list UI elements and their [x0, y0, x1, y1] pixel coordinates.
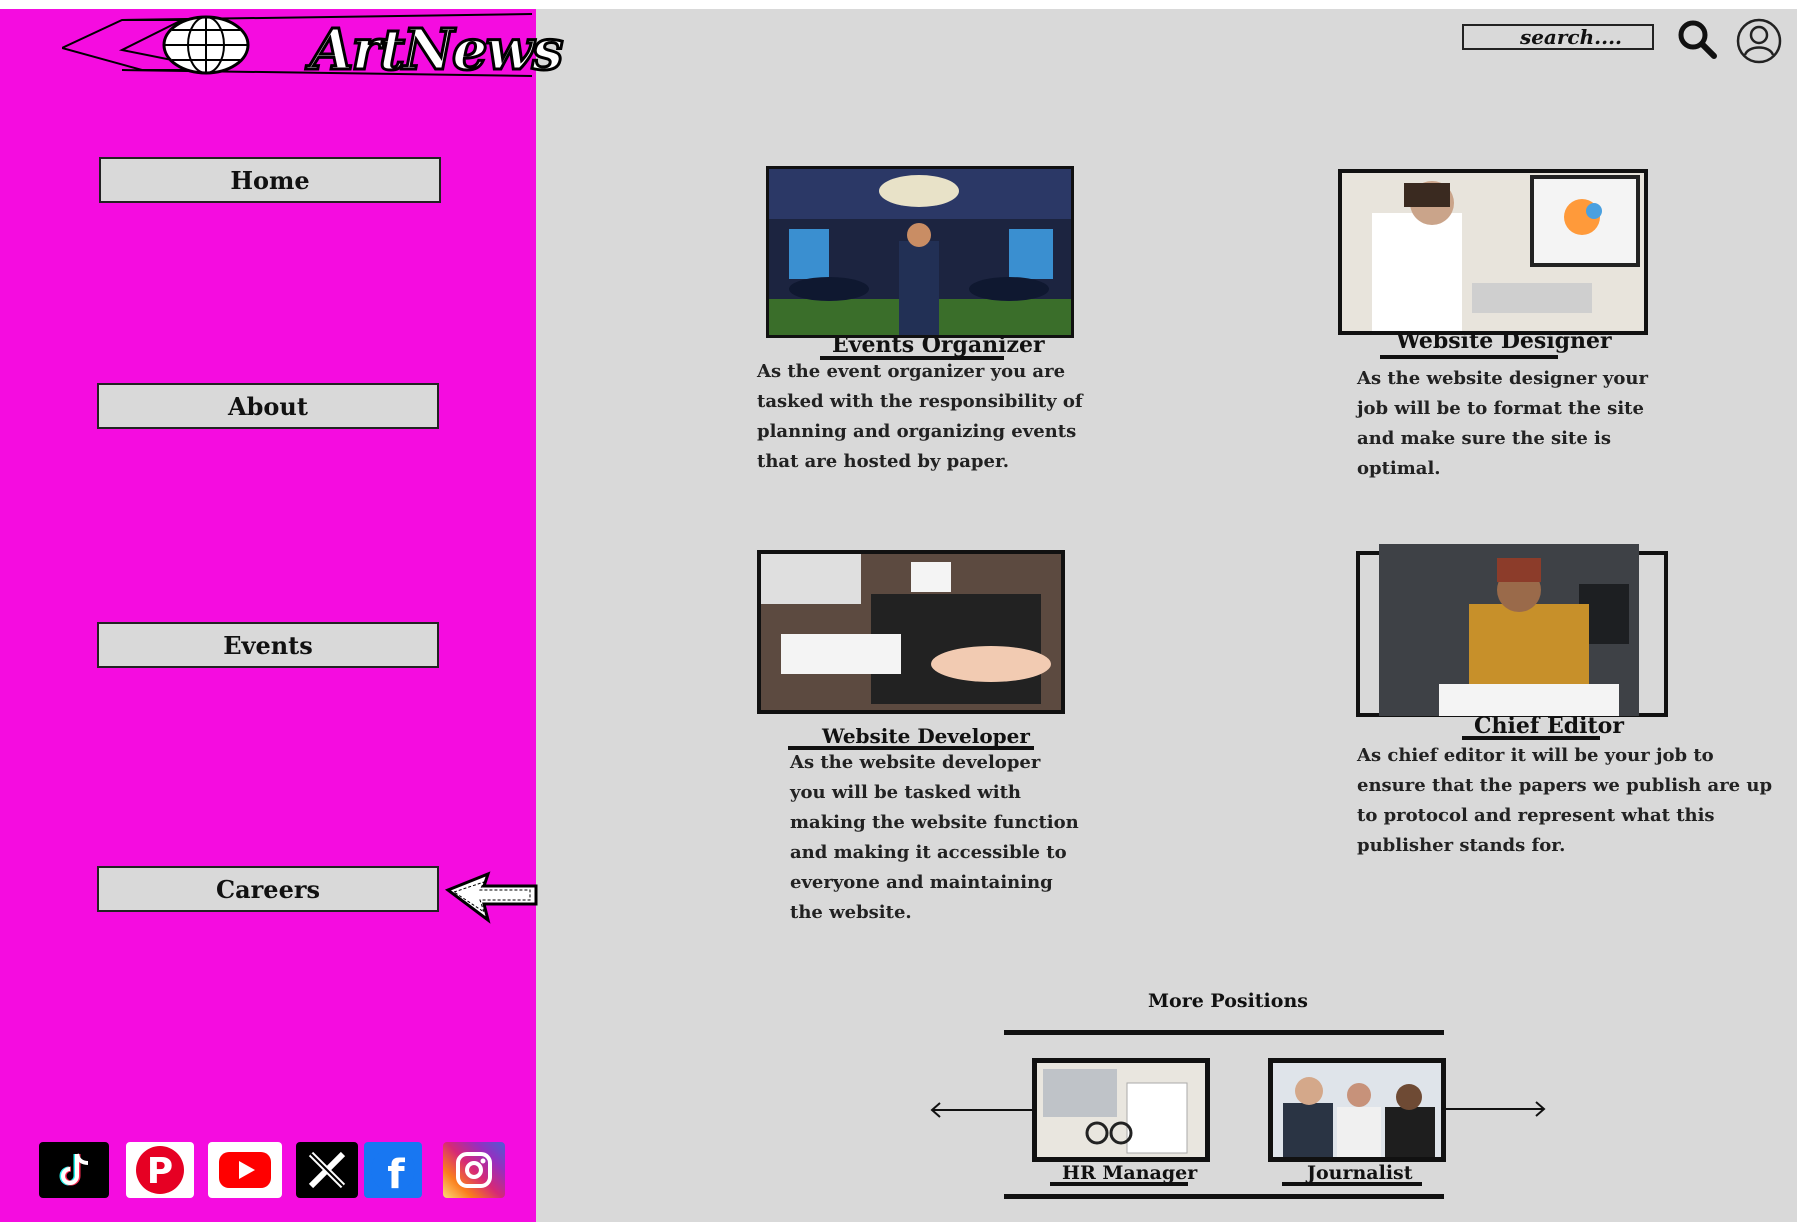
label-underline	[1050, 1182, 1188, 1186]
events-organizer-photo	[766, 166, 1074, 338]
chief-editor-photo	[1379, 544, 1639, 716]
position-title: Website Developer	[822, 724, 1030, 748]
nav-careers-button[interactable]: Careers	[97, 866, 439, 912]
nav-events-button[interactable]: Events	[97, 622, 439, 668]
user-icon[interactable]	[1736, 18, 1782, 64]
more-position-label[interactable]: HR Manager	[1062, 1162, 1197, 1184]
title-underline	[1462, 736, 1600, 740]
carousel-prev-arrow-icon[interactable]	[928, 1100, 1032, 1120]
more-positions-title: More Positions	[1148, 990, 1308, 1012]
instagram-icon[interactable]	[443, 1142, 505, 1198]
x-icon[interactable]	[296, 1142, 358, 1198]
position-description: As chief editor it will be your job to e…	[1357, 745, 1773, 856]
search-input[interactable]: search....	[1462, 24, 1654, 50]
carousel-next-arrow-icon[interactable]	[1444, 1099, 1548, 1119]
facebook-icon[interactable]: f	[364, 1142, 422, 1198]
top-strip	[0, 0, 1797, 9]
position-description: As the website developer you will be tas…	[790, 752, 1079, 923]
svg-text:P: P	[147, 1151, 173, 1192]
title-underline	[1380, 355, 1558, 359]
logo[interactable]: ArtNews	[59, 10, 565, 84]
website-designer-photo	[1338, 169, 1648, 335]
hr-manager-thumbnail[interactable]	[1032, 1058, 1210, 1162]
journalist-thumbnail[interactable]	[1268, 1058, 1446, 1162]
website-developer-photo	[757, 550, 1065, 714]
more-position-label[interactable]: Journalist	[1307, 1162, 1413, 1184]
nav-about-button[interactable]: About	[97, 383, 439, 429]
more-positions-top-bar	[1004, 1030, 1444, 1035]
position-description: As the website designer your job will be…	[1357, 368, 1648, 479]
pinterest-icon[interactable]: P	[126, 1142, 194, 1198]
youtube-icon[interactable]	[208, 1142, 282, 1198]
social-links: P f	[0, 1142, 536, 1202]
position-description: As the event organizer you are tasked wi…	[757, 361, 1083, 472]
label-underline	[1282, 1182, 1422, 1186]
position-title: Events Organizer	[832, 332, 1045, 358]
logo-text: ArtNews	[308, 17, 564, 84]
pointer-arrow-icon	[444, 871, 538, 924]
svg-text:f: f	[387, 1152, 405, 1194]
position-title: Website Designer	[1396, 328, 1612, 354]
search-icon[interactable]	[1676, 18, 1718, 60]
tiktok-icon[interactable]	[39, 1142, 109, 1198]
nav-home-button[interactable]: Home	[99, 157, 441, 203]
more-positions-bottom-bar	[1004, 1194, 1444, 1199]
